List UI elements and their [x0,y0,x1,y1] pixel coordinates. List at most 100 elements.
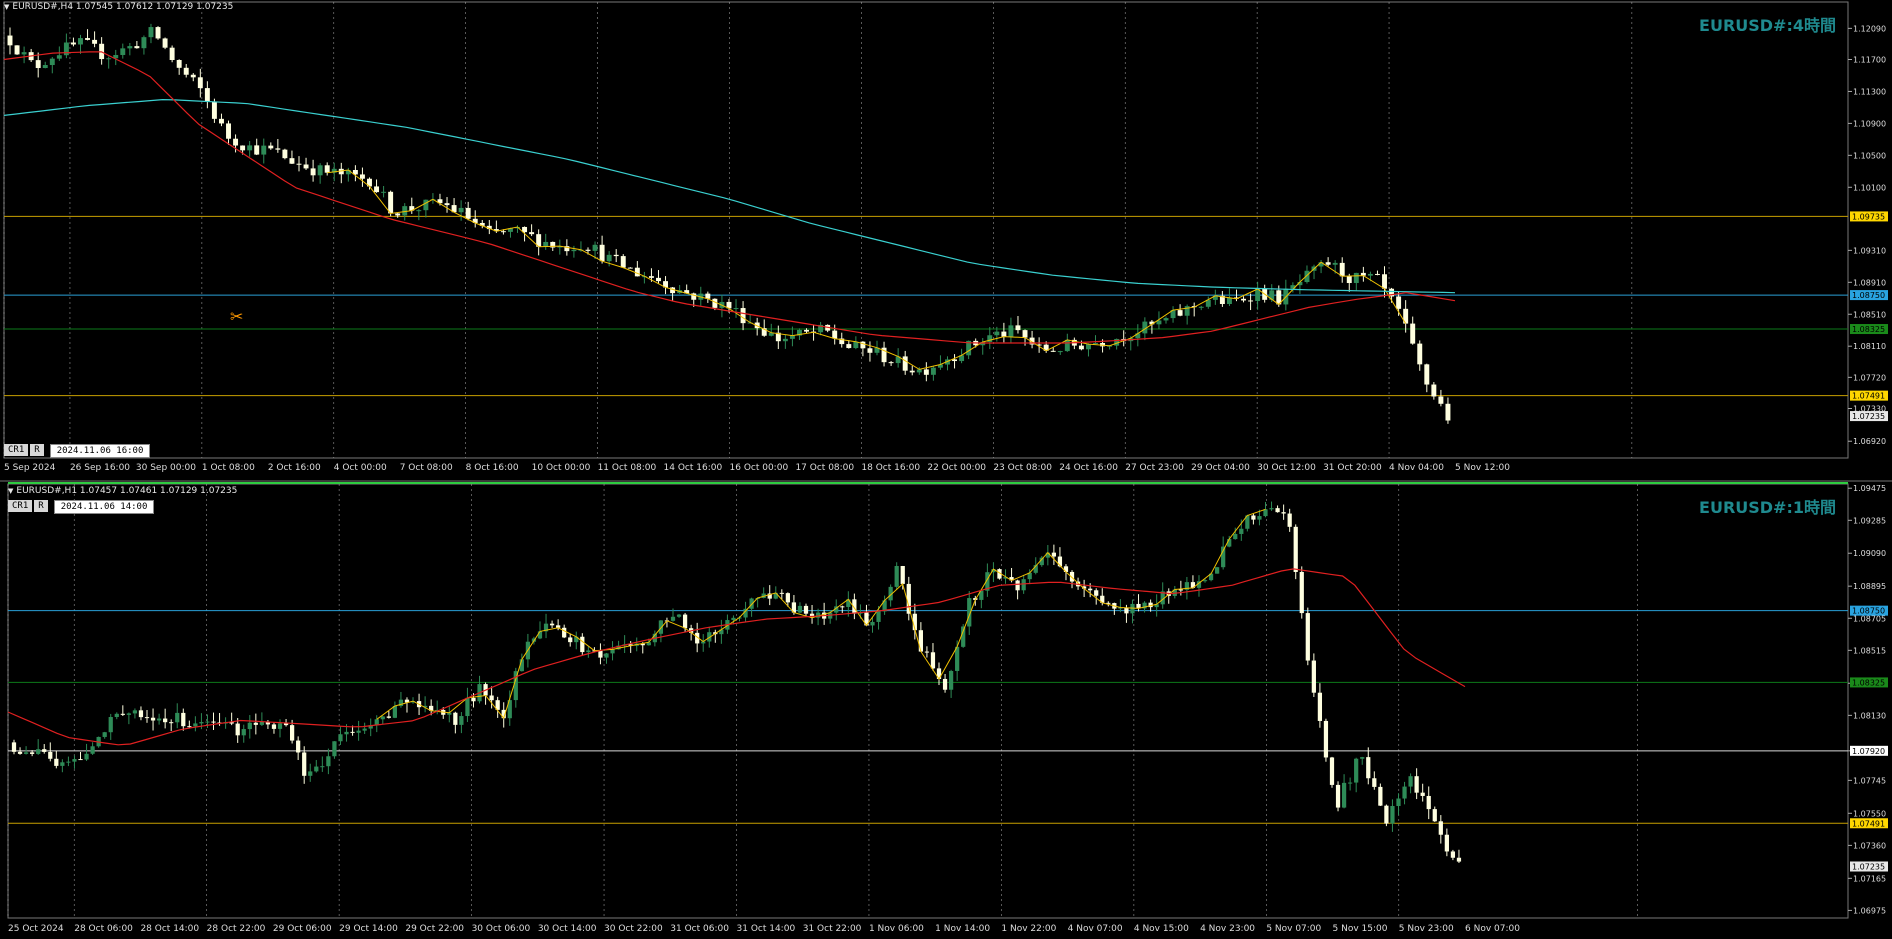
candle-body [1202,580,1208,582]
candle-body [1408,776,1413,787]
candle-body [1335,784,1341,808]
candle-body [14,45,20,55]
time-label: 31 Oct 06:00 [670,924,729,934]
collapse-triangle-icon[interactable]: ▼ [4,3,9,11]
time-label: 25 Oct 2024 [8,924,64,934]
time-label: 5 Sep 2024 [4,463,56,473]
candle-body [529,232,535,235]
candle-body [48,751,53,759]
cr1-button[interactable]: CR1 [4,444,29,456]
cr-panel-h4[interactable]: CR1 R 2024.11.06 16:00 [4,444,151,458]
chart-canvas-h1[interactable]: 25 Oct 2024 28 Oct 06:00 28 Oct 14:00 28 Oc… [0,482,1892,939]
candle-body [7,35,13,46]
candle-body [254,145,260,155]
candle-body [54,758,59,766]
candle-body [162,38,168,48]
candle-body [598,650,603,658]
r-button[interactable]: R [30,444,44,456]
candle-body [1021,579,1026,591]
candle-body [344,731,349,735]
candle-body [163,718,168,723]
candle-body [749,598,754,609]
candle-body [1248,300,1254,302]
cr1-button[interactable]: CR1 [8,500,33,512]
candle-body [63,42,69,56]
candle-body [1085,344,1091,350]
price-label: 1.09475 [1853,484,1886,493]
candle-body [906,583,911,614]
chart-canvas-h4[interactable]: 5 Sep 2024 26 Sep 16:00 30 Sep 00:00 1 Oct … [0,0,1892,480]
candle-body [1426,795,1431,810]
price-label: 1.08510 [1853,310,1886,319]
candle-body [187,726,192,728]
candle-body [458,207,464,213]
candle-body [1348,782,1353,784]
chart-pane-h4[interactable]: 5 Sep 2024 26 Sep 16:00 30 Sep 00:00 1 Oct … [0,0,1892,480]
time-label: 10 Oct 00:00 [532,463,591,473]
candle-body [36,749,41,754]
candle-body [392,705,398,718]
candle-body [386,716,391,718]
candle-body [70,42,76,45]
candle-body [1402,786,1407,799]
candle-body [1353,272,1359,284]
price-label: 1.10900 [1853,119,1886,128]
chart-pane-h1[interactable]: 25 Oct 2024 28 Oct 06:00 28 Oct 14:00 28 Oc… [0,482,1892,939]
candle-body [1325,262,1331,265]
candle-body [1317,692,1323,721]
time-label: 17 Oct 08:00 [795,463,854,473]
candle-body [1269,508,1274,510]
candle-body [606,254,612,262]
r-button[interactable]: R [34,500,48,512]
candle-body [317,165,323,176]
candle-body [289,158,295,164]
price-label: 1.06975 [1853,906,1886,915]
candle-body [11,742,17,752]
candle-body [870,621,875,626]
candle-body [56,55,62,59]
price-tag-text: 1.07491 [1852,392,1885,401]
time-label: 1 Nov 14:00 [935,924,990,934]
price-tag-text: 1.08750 [1852,291,1885,300]
candle-body [634,267,640,277]
candle-body [1239,528,1244,534]
candle-body [444,203,450,206]
candle-body [1323,720,1329,758]
price-label: 1.10500 [1853,151,1886,160]
candle-body [1093,343,1098,345]
time-label: 5 Nov 15:00 [1333,924,1388,934]
time-label: 4 Nov 07:00 [1068,924,1123,934]
candle-body [85,38,91,40]
candle-body [1178,589,1183,591]
time-label: 31 Oct 20:00 [1323,463,1382,473]
candle-body [114,713,119,718]
candle-body [627,267,633,269]
candle-body [241,729,246,736]
candle-body [586,650,591,653]
candle-body [175,712,180,723]
candle-body [860,341,866,349]
candle-body [1424,364,1430,385]
candle-body [571,249,577,252]
cr-panel-h1[interactable]: CR1 R 2024.11.06 14:00 [8,500,155,514]
time-label: 16 Oct 00:00 [730,463,789,473]
candle-body [134,46,140,49]
candle-body [804,329,809,332]
candle-body [1001,331,1007,337]
candle-body [314,766,319,772]
price-label: 1.12090 [1853,24,1886,33]
candle-body [670,616,676,621]
candle-body [1341,782,1347,808]
candle-body [1293,526,1298,572]
time-label: 4 Nov 04:00 [1389,463,1444,473]
candle-body [1438,821,1443,835]
candle-body [1241,298,1247,301]
candle-body [1015,325,1021,331]
candle-body [150,717,156,721]
collapse-triangle-icon[interactable]: ▼ [8,487,13,495]
candle-body [90,746,95,754]
candle-body [840,606,845,608]
candle-body [356,730,361,733]
candle-body [930,652,936,669]
candle-body [169,722,174,724]
